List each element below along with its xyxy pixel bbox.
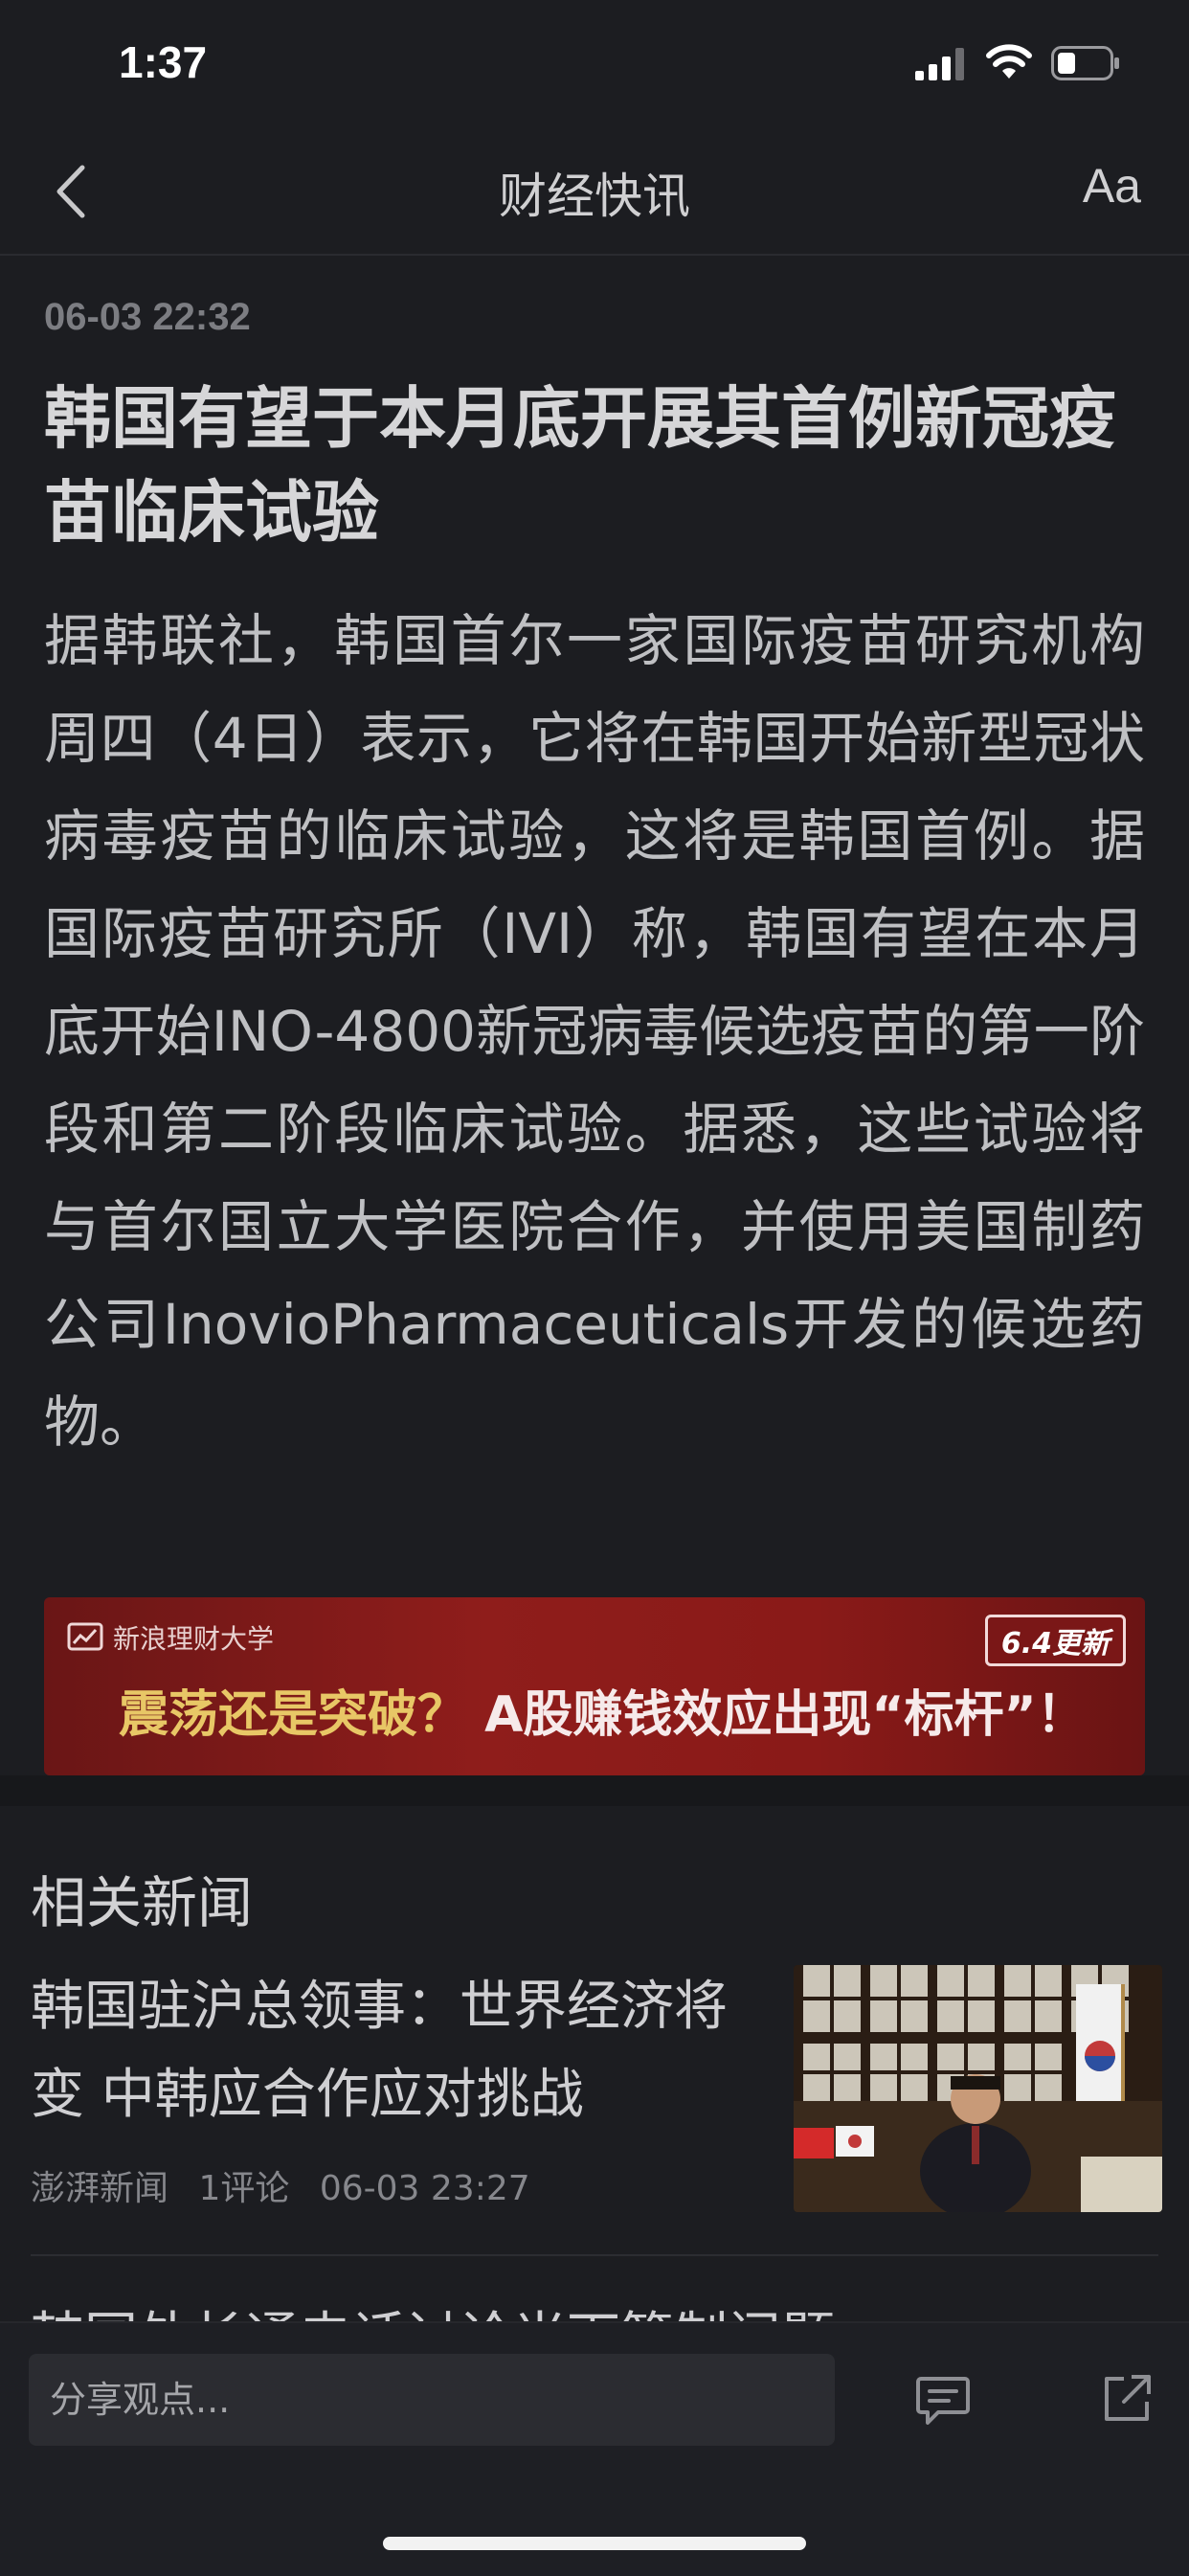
article-timestamp: 06-03 22:32 [44,296,251,338]
wifi-icon [986,44,1032,79]
home-indicator [383,2537,806,2550]
related-news-heading: 相关新闻 [31,1870,254,1935]
news-source: 澎湃新闻 [31,2169,169,2208]
related-news-title: 韩国驻沪总领事：世界经济将变 中韩应合作应对挑战 [31,1976,728,2126]
article: 06-03 22:32 韩国有望于本月底开展其首例新冠疫苗临床试验 据韩联社，韩… [44,254,1145,1471]
item-divider [31,2254,1158,2256]
status-time: 1:37 [119,37,208,87]
ad-brand-label: 新浪理财大学 [113,1623,275,1655]
page-title: 财经快讯 [499,169,690,224]
article-body: 据韩联社，韩国首尔一家国际疫苗研究机构周四（4日）表示，它将在韩国开始新型冠状病… [44,608,1145,1455]
battery-icon [1051,46,1119,80]
nav-bar: 财经快讯 Aa [0,129,1189,256]
share-icon[interactable] [1101,2373,1153,2425]
chart-logo-icon [67,1622,103,1651]
ad-headline: 震荡还是突破？ A股赚钱效应出现“标杆”！ [119,1674,1087,1746]
ad-headline-part1: 震荡还是突破？ [119,1686,468,1744]
news-time: 06-03 23:27 [319,2169,530,2208]
news-comment-count: 1评论 [198,2169,290,2208]
article-title: 韩国有望于本月底开展其首例新冠疫苗临床试验 [44,379,1116,552]
section-divider [0,1775,1189,1806]
cellular-signal-icon [915,48,964,80]
comment-input[interactable] [29,2354,835,2446]
related-news-item[interactable]: 韩国驻沪总领事：世界经济将变 中韩应合作应对挑战 澎湃新闻 1评论 06-03 … [31,1963,1162,2250]
ad-update-badge: 6.4更新 [984,1615,1126,1666]
related-news-meta: 澎湃新闻 1评论 06-03 23:27 [31,2160,550,2210]
news-thumbnail-image [794,1965,1162,2212]
status-bar: 1:37 [0,0,1189,129]
ad-banner[interactable]: 新浪理财大学 6.4更新 震荡还是突破？ A股赚钱效应出现“标杆”！ [44,1597,1145,1775]
ad-headline-part2: A股赚钱效应出现“标杆”！ [484,1686,1087,1744]
font-size-button[interactable]: Aa [1083,158,1141,214]
comment-icon[interactable] [915,2375,971,2427]
ad-brand: 新浪理财大学 [67,1618,274,1657]
